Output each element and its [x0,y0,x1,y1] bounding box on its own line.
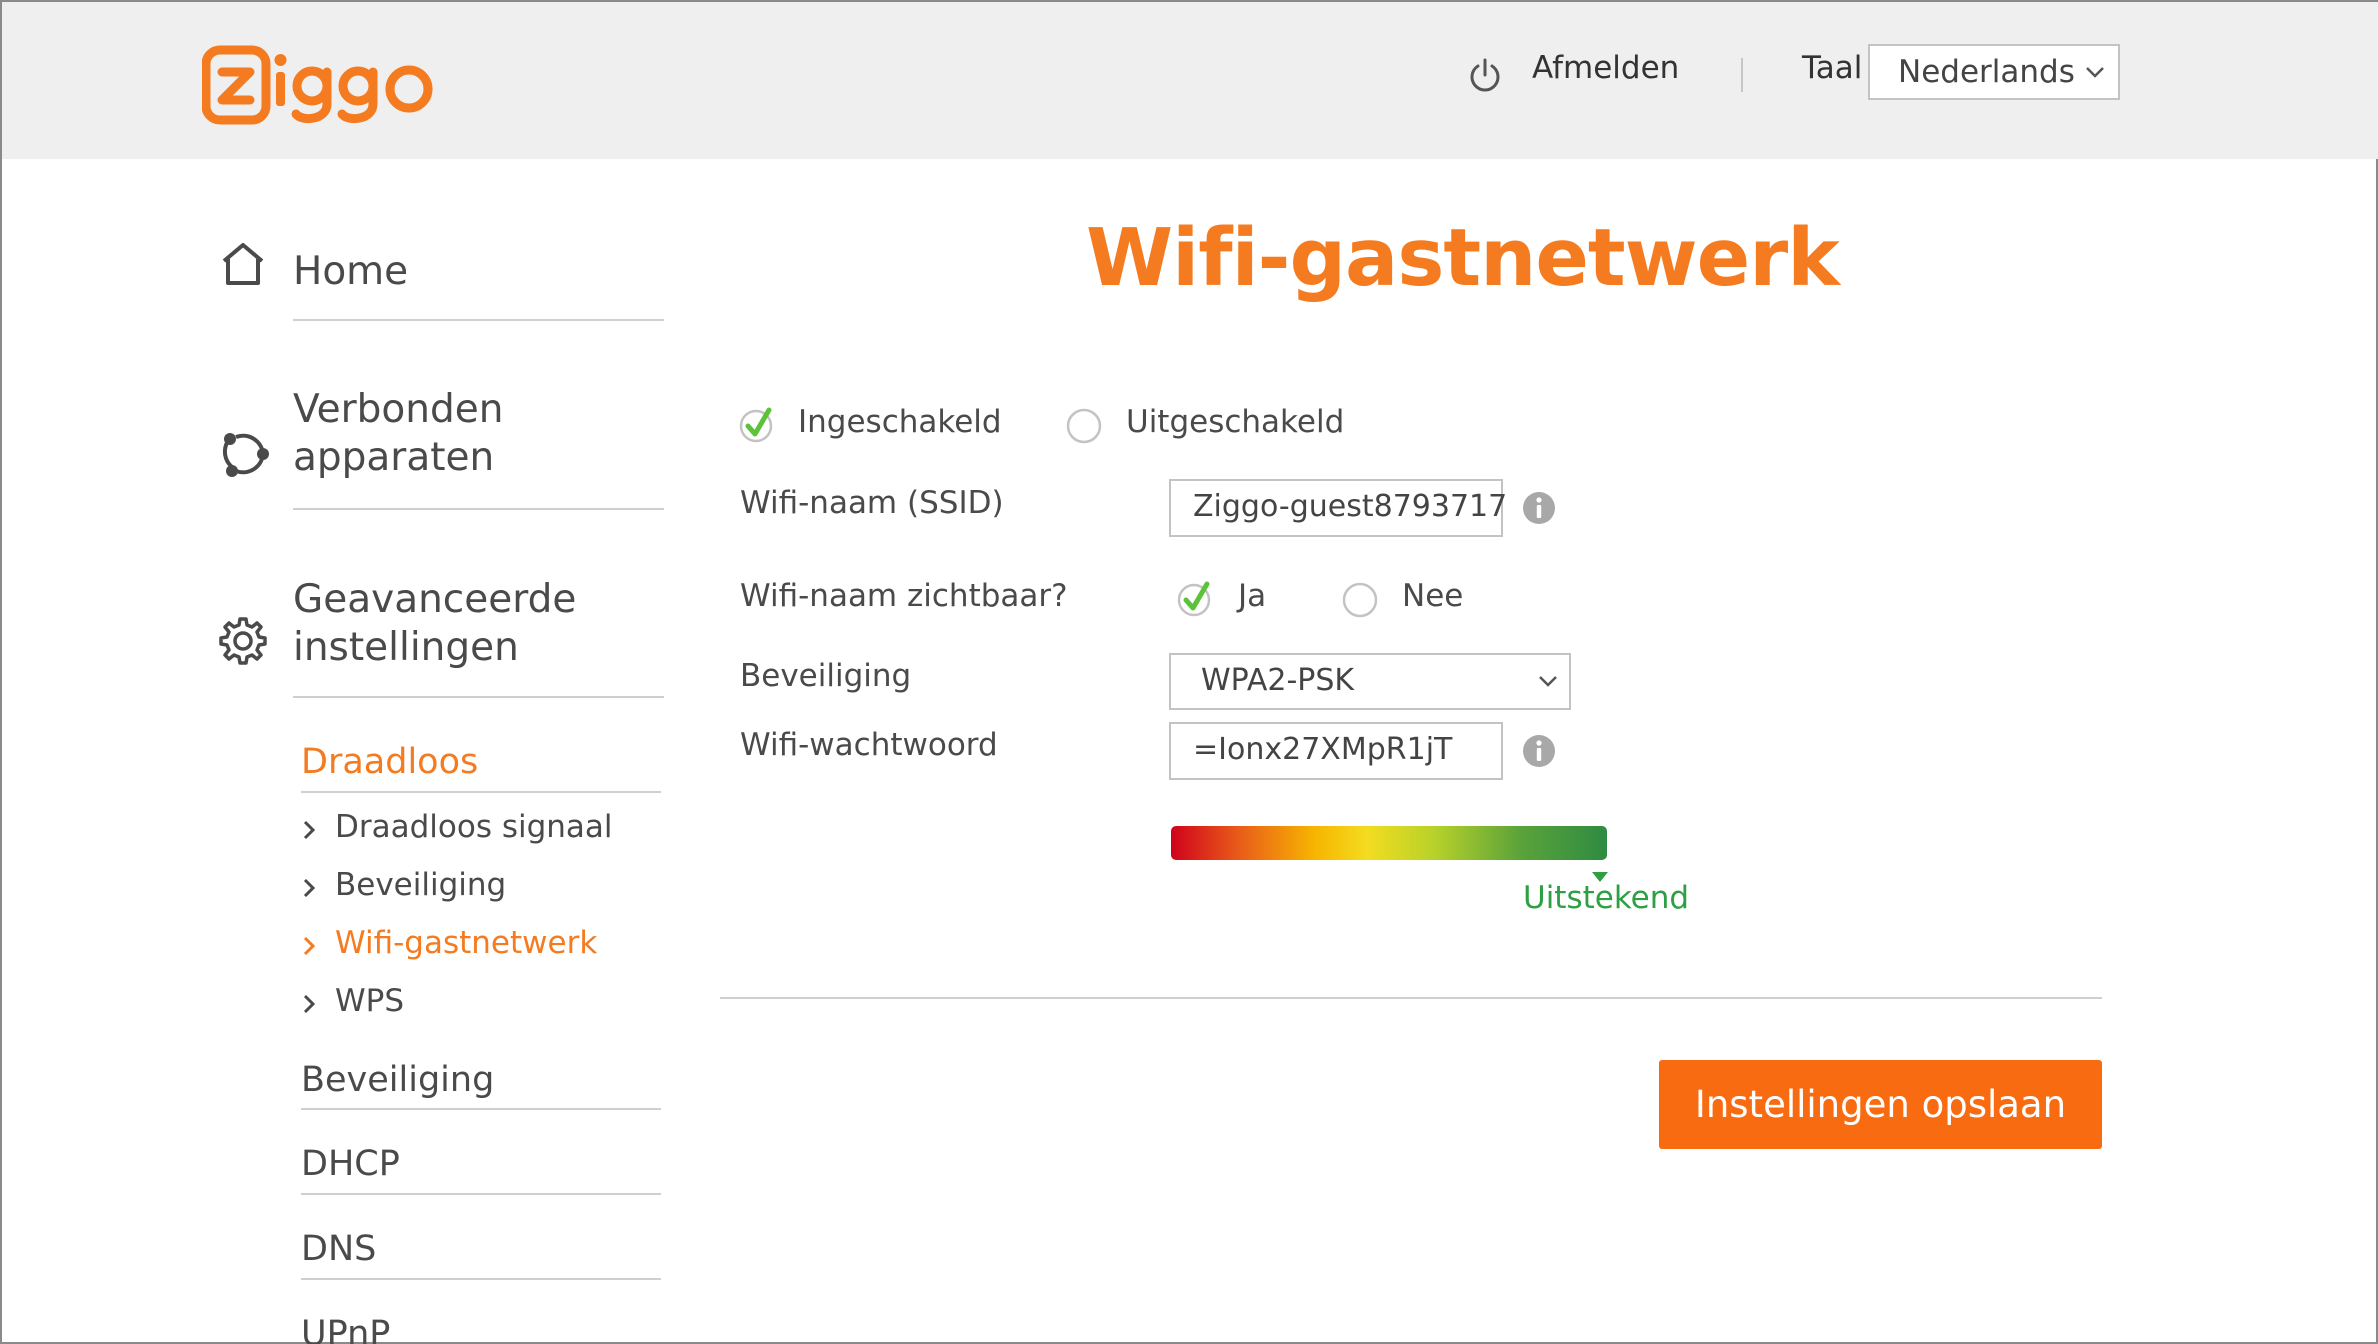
radio-enabled-label: Ingeschakeld [798,404,1002,440]
sidebar-divider [293,508,664,510]
ssid-input[interactable]: Ziggo-guest8793717 [1169,479,1507,537]
sidebar-section-draadloos[interactable]: Draadloos [301,742,478,782]
sidebar-divider [301,791,661,793]
security-label: Beveiliging [740,658,912,694]
sidebar-subitem-label: WPS [335,983,405,1019]
page-title: Wifi-gastnetwerk [1086,212,1840,304]
logout-link[interactable]: Afmelden [1532,50,1679,86]
radio-disabled-label: Uitgeschakeld [1126,404,1345,440]
ziggo-logo[interactable] [202,42,442,128]
info-icon[interactable] [1522,734,1556,768]
gear-icon [219,617,267,665]
sidebar-divider [301,1108,661,1110]
password-input[interactable]: =Ionx27XMpR1jT [1169,722,1503,780]
chevron-right-icon [303,936,316,956]
sidebar-divider [293,319,664,321]
sidebar-item-label: Verbonden [293,387,504,432]
radio-unchecked-icon [1342,582,1378,618]
radio-visible-yes[interactable]: Ja [1176,572,1276,622]
language-select[interactable]: Nederlands [1868,44,2120,100]
sidebar-divider [301,1193,661,1195]
ssid-visible-label: Wifi-naam zichtbaar? [740,578,1068,614]
sidebar-subitem-beveiliging[interactable]: Beveiliging [302,867,602,907]
ssid-value: Ziggo-guest8793717 [1193,489,1508,524]
sidebar-item-label: Home [293,249,409,294]
ssid-label: Wifi-naam (SSID) [740,485,1004,521]
chevron-down-icon [1539,676,1557,687]
radio-checked-icon [1177,581,1211,617]
language-selected-value: Nederlands [1898,54,2075,90]
radio-visible-no[interactable]: Nee [1340,572,1464,622]
sidebar-section-dns[interactable]: DNS [301,1229,376,1269]
security-selected-value: WPA2-PSK [1201,663,1355,698]
content-divider [720,997,2102,999]
sidebar-item-home[interactable]: Home [202,237,664,327]
chevron-right-icon [303,994,316,1014]
top-header: Afmelden Taal Nederlands [2,2,2378,159]
sidebar-item-label: Geavanceerde [293,577,577,622]
radio-visible-no-label: Nee [1402,578,1464,614]
sidebar-item-label: instellingen [293,625,519,670]
sidebar-section-dhcp[interactable]: DHCP [301,1144,400,1184]
sidebar-section-upnp[interactable]: UPnP [301,1314,390,1344]
password-value: =Ionx27XMpR1jT [1193,732,1453,767]
sidebar-subitem-label: Wifi-gastnetwerk [335,925,598,961]
password-label: Wifi-wachtwoord [740,727,998,763]
sidebar-subitem-wifi-gastnetwerk[interactable]: Wifi-gastnetwerk [302,925,602,965]
sidebar-subitem-draadloos-signaal[interactable]: Draadloos signaal [302,809,613,849]
sidebar-section-beveiliging[interactable]: Beveiliging [301,1060,494,1100]
sidebar-divider [293,696,664,698]
chevron-right-icon [303,878,316,898]
sidebar-divider [301,1278,661,1280]
sidebar-item-advanced-settings[interactable]: Geavanceerde instellingen [202,574,664,704]
header-divider [1741,58,1743,92]
sidebar-subitem-wps[interactable]: WPS [302,983,602,1023]
power-icon[interactable] [1466,56,1504,94]
chevron-right-icon [303,820,316,840]
chevron-down-icon [2086,67,2104,78]
info-icon[interactable] [1522,491,1556,525]
radio-checked-icon [739,407,773,443]
security-select[interactable]: WPA2-PSK [1169,653,1571,710]
home-icon [222,243,264,285]
password-strength-label: Uitstekend [1523,880,1690,916]
sidebar-subitem-label: Beveiliging [335,867,507,903]
language-label: Taal [1802,50,1863,86]
radio-unchecked-icon [1066,408,1102,444]
sidebar-item-label: apparaten [293,435,495,480]
save-settings-button[interactable]: Instellingen opslaan [1659,1060,2102,1149]
sidebar-item-connected-devices[interactable]: Verbonden apparaten [202,386,664,516]
sidebar-subitem-label: Draadloos signaal [335,809,613,845]
radio-visible-yes-label: Ja [1238,578,1267,614]
connected-devices-icon [222,433,269,477]
password-strength-bar [1171,826,1607,860]
radio-disabled[interactable]: Uitgeschakeld [1064,398,1344,448]
radio-enabled[interactable]: Ingeschakeld [738,398,1002,448]
